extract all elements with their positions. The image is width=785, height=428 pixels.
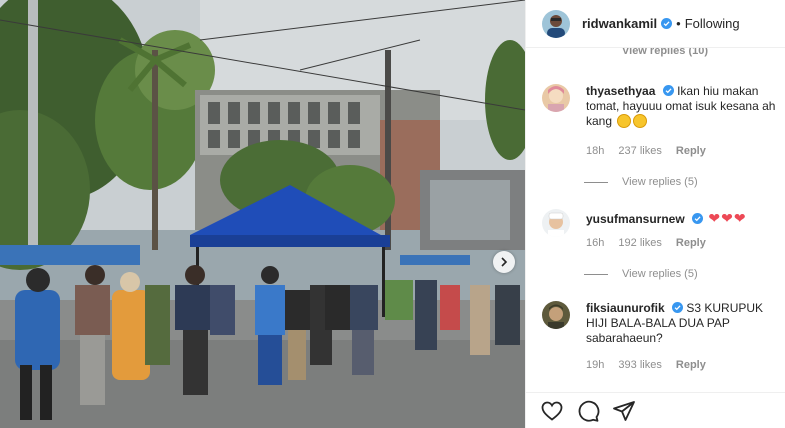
instagram-post: ridwankamil • Following View replies (10…: [0, 0, 785, 428]
view-replies-link[interactable]: View replies (5): [622, 268, 698, 280]
commenter-username[interactable]: fiksiaunurofik: [586, 301, 665, 315]
comment-meta: 18h 237 likes Reply: [586, 145, 717, 157]
comment-item: yusufmansurnew ❤❤❤ 16h 192 likes Reply: [542, 209, 778, 269]
comments-panel: ridwankamil • Following View replies (10…: [525, 0, 785, 428]
comment-time: 19h: [586, 359, 605, 371]
comment-time: 16h: [586, 237, 605, 249]
reply-button[interactable]: Reply: [676, 359, 706, 371]
comment-likes[interactable]: 192 likes: [618, 237, 661, 249]
next-photo-button[interactable]: [493, 251, 515, 273]
comment-likes[interactable]: 393 likes: [618, 359, 661, 371]
author-username[interactable]: ridwankamil: [582, 16, 657, 31]
reply-button[interactable]: Reply: [676, 237, 706, 249]
view-replies-partial[interactable]: View replies (10): [622, 48, 708, 57]
chevron-right-icon: [501, 257, 508, 267]
commenter-username[interactable]: yusufmansurnew: [586, 212, 685, 226]
street-scene-image: [0, 0, 525, 428]
comment-icon[interactable]: [576, 399, 600, 423]
verified-badge-icon: [692, 213, 704, 224]
post-photo[interactable]: [0, 0, 525, 428]
smile-emoji-icon: [617, 114, 632, 128]
heart-icon[interactable]: [540, 399, 564, 423]
verified-badge-icon: [661, 18, 673, 29]
view-replies-link[interactable]: View replies (5): [622, 176, 698, 188]
comment-likes[interactable]: 237 likes: [618, 145, 661, 157]
action-bar: [526, 392, 785, 428]
commenter-avatar[interactable]: [542, 209, 570, 237]
comment-time: 18h: [586, 145, 605, 157]
reply-button[interactable]: Reply: [676, 145, 706, 157]
comment-item: fiksiaunurofik S3 KURUPUK HIJI BALA-BALA…: [542, 301, 778, 381]
verified-badge-icon: [672, 302, 684, 313]
following-button[interactable]: Following: [685, 16, 740, 31]
author-avatar[interactable]: [542, 9, 570, 38]
comment-meta: 16h 192 likes Reply: [586, 237, 717, 249]
comment-meta: 19h 393 likes Reply: [586, 359, 717, 371]
comment-body: fiksiaunurofik S3 KURUPUK HIJI BALA-BALA…: [586, 301, 778, 346]
comment-body: yusufmansurnew ❤❤❤: [586, 211, 778, 227]
hearts-emoji: ❤❤❤: [708, 210, 747, 226]
separator-dot: •: [676, 16, 681, 31]
share-icon[interactable]: [612, 399, 636, 423]
post-header: ridwankamil • Following: [526, 0, 785, 48]
verified-badge-icon: [662, 85, 674, 96]
commenter-avatar[interactable]: [542, 301, 570, 329]
commenter-avatar[interactable]: [542, 84, 570, 112]
comments-list: View replies (10) thyasethyaa Ikan hiu m…: [526, 48, 785, 392]
commenter-username[interactable]: thyasethyaa: [586, 84, 655, 98]
comment-body: thyasethyaa Ikan hiu makan tomat, hayuuu…: [586, 84, 778, 129]
smile-emoji-icon: [633, 114, 648, 128]
